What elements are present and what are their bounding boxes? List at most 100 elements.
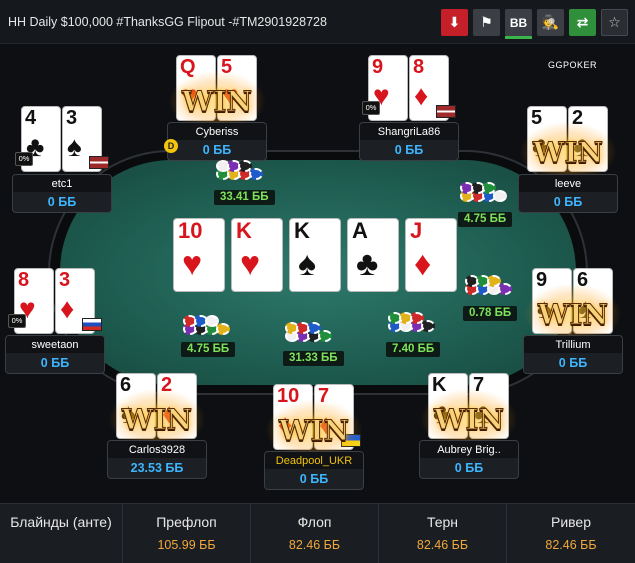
preflop-label: Префлоп xyxy=(156,514,217,530)
board-card: A ♣ xyxy=(347,218,399,292)
player-name: Deadpool_UKR xyxy=(265,452,363,469)
chip-stack-icon xyxy=(460,180,516,204)
logo-sub: POKER xyxy=(563,60,598,70)
player-plate[interactable]: leeve 0 ББ xyxy=(518,174,618,213)
preflop-column[interactable]: Префлоп 105.99 ББ xyxy=(123,504,251,563)
chip xyxy=(487,275,501,287)
logo-main: GG xyxy=(548,60,564,70)
card-rank: 10 xyxy=(178,218,203,243)
pot-amount: 33.41 ББ xyxy=(214,190,275,205)
flag-icon: ⚑ xyxy=(480,14,493,30)
card-rank: 3 xyxy=(66,107,78,129)
card-rank: J xyxy=(410,218,423,243)
country-flag-icon xyxy=(82,318,102,331)
download-icon: ⬇ xyxy=(448,14,461,30)
player-name: sweetaon xyxy=(6,336,104,353)
player-plate[interactable]: Deadpool_UKR 0 ББ xyxy=(264,451,364,490)
river-column[interactable]: Ривер 82.46 ББ xyxy=(507,504,635,563)
equity-badge: 0% xyxy=(15,152,33,166)
player-stack: 0 ББ xyxy=(454,461,484,475)
download-button[interactable]: ⬇ xyxy=(441,9,468,36)
player-stack: 0 ББ xyxy=(553,195,583,209)
card-rank: A xyxy=(352,218,368,243)
chip-stack-icon xyxy=(285,320,341,344)
equity-badge: 0% xyxy=(8,314,26,328)
player-stack: 0 ББ xyxy=(40,356,70,370)
ggpoker-logo: GGPOKER xyxy=(548,56,597,71)
player-name: leeve xyxy=(519,175,617,192)
player-plate[interactable]: sweetaon 0 ББ xyxy=(5,335,105,374)
turn-pot: 82.46 ББ xyxy=(416,538,469,552)
player-plate[interactable]: Carlos3928 23.53 ББ xyxy=(107,440,207,479)
board-card: 10 ♥ xyxy=(173,218,225,292)
chip xyxy=(498,283,512,295)
share-button[interactable]: ⇄ xyxy=(569,9,596,36)
win-label: WIN xyxy=(121,403,193,437)
spy-icon: 🕵 xyxy=(541,14,560,30)
favorite-button[interactable]: ☆ xyxy=(601,9,628,36)
chip-stack-icon xyxy=(388,310,444,334)
player-name: etc1 xyxy=(13,175,111,192)
card-suit-icon: ♥ xyxy=(240,245,261,283)
player-stack: 0 ББ xyxy=(558,356,588,370)
pot-amount: 0.78 ББ xyxy=(463,306,518,321)
blinds-label: Блайнды (анте) xyxy=(10,514,112,530)
chip xyxy=(307,322,321,334)
chip-stack-icon xyxy=(183,313,239,337)
card-rank: K xyxy=(236,218,252,243)
river-label: Ривер xyxy=(550,514,591,530)
chip xyxy=(216,323,230,335)
card-suit-icon: ♦ xyxy=(414,80,429,111)
chip xyxy=(493,190,507,202)
flop-pot: 82.46 ББ xyxy=(288,538,341,552)
country-flag-icon xyxy=(436,105,456,118)
header-bar: HH Daily $100,000 #ThanksGG Flipout -#TM… xyxy=(0,0,635,44)
card-suit-icon: ♠ xyxy=(67,131,82,162)
turn-column[interactable]: Терн 82.46 ББ xyxy=(379,504,507,563)
bb-toggle-button[interactable]: BB xyxy=(505,9,532,39)
player-plate[interactable]: Cyberiss 0 ББ xyxy=(167,122,267,161)
win-badge: WIN xyxy=(520,122,616,182)
chip-stack-icon xyxy=(465,273,521,297)
win-label: WIN xyxy=(433,403,505,437)
bb-active-indicator xyxy=(505,36,532,39)
card-rank: 8 xyxy=(18,269,30,291)
chip xyxy=(421,320,435,332)
player-name: Trillium xyxy=(524,336,622,353)
card-suit-icon: ♦ xyxy=(60,293,75,324)
win-label: WIN xyxy=(181,85,253,119)
hide-names-button[interactable]: 🕵 xyxy=(537,9,564,36)
player-plate[interactable]: Trillium 0 ББ xyxy=(523,335,623,374)
chip-stack-icon xyxy=(216,158,272,182)
report-button[interactable]: ⚑ xyxy=(473,9,500,36)
street-summary: Блайнды (анте) Префлоп 105.99 ББ Флоп 82… xyxy=(0,503,635,563)
bb-label: BB xyxy=(509,15,528,30)
win-label: WIN xyxy=(278,414,350,448)
blinds-column: Блайнды (анте) xyxy=(0,504,123,563)
player-stack: 0 ББ xyxy=(299,472,329,486)
tournament-title: HH Daily $100,000 #ThanksGG Flipout -#TM… xyxy=(8,15,327,29)
board-card: K ♥ xyxy=(231,218,283,292)
board-card: K ♠ xyxy=(289,218,341,292)
card-rank: 8 xyxy=(413,56,425,78)
player-plate[interactable]: etc1 0 ББ xyxy=(12,174,112,213)
player-plate[interactable]: Aubrey Brig.. 0 ББ xyxy=(419,440,519,479)
flop-label: Флоп xyxy=(297,514,332,530)
chip xyxy=(318,330,332,342)
star-icon: ☆ xyxy=(608,14,621,30)
win-label: WIN xyxy=(532,136,604,170)
equity-badge: 0% xyxy=(362,101,380,115)
player-stack: 0 ББ xyxy=(394,143,424,157)
player-name: Aubrey Brig.. xyxy=(420,441,518,458)
player-plate[interactable]: ShangriLa86 0 ББ xyxy=(359,122,459,161)
player-stack: 0 ББ xyxy=(202,143,232,157)
chip xyxy=(482,182,496,194)
player-stack: 0 ББ xyxy=(47,195,77,209)
chip xyxy=(249,168,263,180)
pot-amount: 4.75 ББ xyxy=(181,342,236,357)
card-rank: 3 xyxy=(59,269,71,291)
player-stack: 23.53 ББ xyxy=(130,461,184,475)
board-card: J ♦ xyxy=(405,218,457,292)
win-label: WIN xyxy=(537,298,609,332)
flop-column[interactable]: Флоп 82.46 ББ xyxy=(251,504,379,563)
